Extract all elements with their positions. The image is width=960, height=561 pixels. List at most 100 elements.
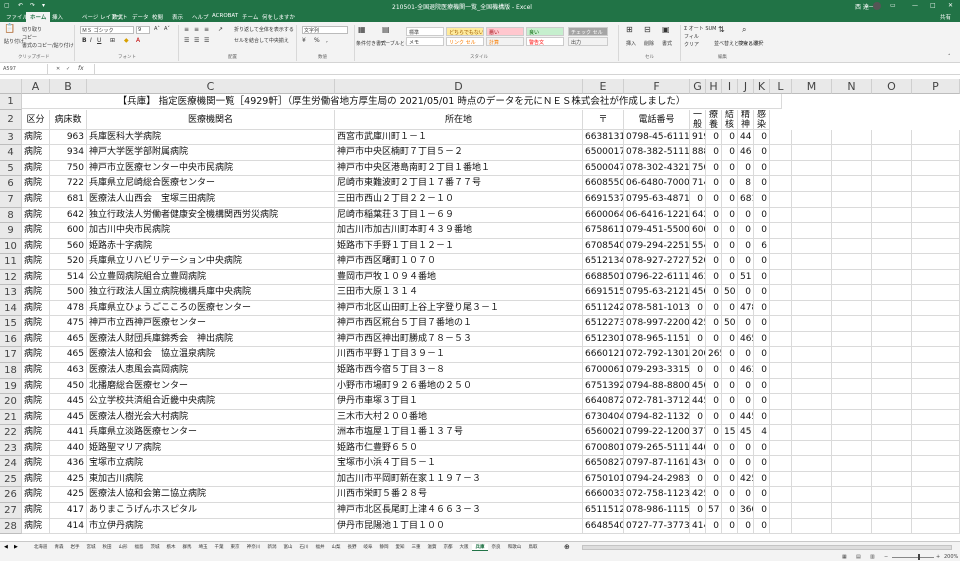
table-cell[interactable]: 病院 [22, 502, 50, 519]
empty-cell[interactable] [770, 238, 792, 255]
empty-cell[interactable] [872, 176, 912, 192]
collapse-ribbon-icon[interactable]: ˄ [948, 54, 951, 60]
table-cell[interactable]: 0 [722, 409, 738, 426]
empty-cell[interactable] [912, 176, 960, 192]
table-cell[interactable]: 0 [738, 456, 754, 472]
table-cell[interactable]: 6511242 [583, 300, 624, 317]
column-header[interactable]: K [754, 79, 770, 94]
empty-cell[interactable] [832, 207, 872, 224]
table-cell[interactable]: 57 [706, 502, 722, 519]
empty-cell[interactable] [872, 285, 912, 301]
table-cell[interactable]: 0 [754, 518, 770, 535]
name-box[interactable]: A597 [0, 64, 48, 74]
table-cell[interactable]: 0 [690, 331, 706, 348]
empty-cell[interactable] [912, 425, 960, 441]
empty-cell[interactable] [792, 160, 832, 177]
table-cell[interactable]: 0 [722, 207, 738, 224]
table-cell[interactable]: 0 [706, 160, 722, 177]
clear-button[interactable]: クリア [684, 41, 699, 48]
empty-cell[interactable] [832, 145, 872, 161]
table-cell[interactable]: 425 [690, 316, 706, 332]
table-cell[interactable]: 0794-82-1132 [624, 409, 690, 426]
next-sheet-icon[interactable]: ▶ [14, 544, 18, 550]
row-header[interactable]: 3 [0, 129, 22, 146]
table-cell[interactable]: 0 [706, 207, 722, 224]
paste-button[interactable]: 貼り付け [4, 38, 24, 45]
empty-cell[interactable] [792, 316, 832, 332]
table-cell[interactable]: 0 [754, 502, 770, 519]
table-cell[interactable]: 加古川市加古川町本町４３９番地 [335, 223, 583, 239]
table-cell[interactable]: 554 [690, 238, 706, 255]
table-cell[interactable]: 0 [754, 456, 770, 472]
table-cell[interactable]: 0 [754, 471, 770, 488]
empty-cell[interactable] [770, 409, 792, 426]
table-cell[interactable]: 44 [738, 129, 754, 146]
sheet-tab[interactable]: 奈良 [488, 544, 504, 550]
table-cell[interactable]: 06-6480-7000 [624, 176, 690, 192]
table-cell[interactable]: 6500017 [583, 145, 624, 161]
table-cell[interactable]: 病院 [22, 316, 50, 332]
tab-file[interactable]: ファイル [6, 13, 28, 21]
empty-cell[interactable] [792, 440, 832, 457]
empty-cell[interactable] [912, 269, 960, 286]
sort-filter-icon[interactable]: ⇅ [718, 25, 725, 34]
sheet-tab[interactable]: 埼玉 [195, 544, 211, 550]
table-cell[interactable]: 0 [706, 409, 722, 426]
empty-cell[interactable] [792, 502, 832, 519]
table-cell[interactable]: 0 [738, 440, 754, 457]
empty-cell[interactable] [792, 518, 832, 535]
table-cell[interactable]: 病院 [22, 487, 50, 503]
table-cell[interactable]: 0 [722, 347, 738, 363]
table-cell[interactable]: 医療法人山西会 宝塚三田病院 [87, 191, 335, 208]
empty-cell[interactable] [832, 191, 872, 208]
table-cell[interactable]: 0 [722, 471, 738, 488]
table-cell[interactable]: 0 [754, 331, 770, 348]
find-select-button[interactable]: 検索と選択 [738, 40, 763, 47]
table-cell[interactable]: 6648540 [583, 518, 624, 535]
table-cell[interactable]: 0 [754, 316, 770, 332]
copy-button[interactable]: コピー [22, 34, 37, 41]
empty-cell[interactable] [792, 471, 832, 488]
empty-cell[interactable] [770, 363, 792, 379]
empty-cell[interactable] [770, 378, 792, 395]
empty-cell[interactable] [912, 518, 960, 535]
table-cell[interactable]: 514 [50, 269, 87, 286]
table-cell[interactable]: 6600064 [583, 207, 624, 224]
table-cell[interactable]: 440 [50, 440, 87, 457]
percent-icon[interactable]: % [314, 37, 320, 44]
empty-cell[interactable] [832, 471, 872, 488]
table-cell[interactable]: 加古川市平岡町新在家１１９７－３ [335, 471, 583, 488]
empty-cell[interactable] [832, 487, 872, 503]
number-format-select[interactable]: 文字列 [302, 26, 348, 34]
tab-home[interactable]: ホーム [26, 12, 51, 22]
table-cell[interactable]: 0 [754, 487, 770, 503]
table-cell[interactable]: 465 [738, 331, 754, 348]
table-cell[interactable]: 0 [706, 425, 722, 441]
column-title-cell[interactable]: 病床数 [50, 109, 87, 130]
row-header[interactable]: 7 [0, 191, 22, 208]
table-cell[interactable]: 宝塚市小浜４丁目５－１ [335, 456, 583, 472]
table-cell[interactable]: 6751392 [583, 378, 624, 395]
sheet-tab[interactable]: 秋田 [99, 544, 115, 550]
paste-icon[interactable]: 📋 [4, 24, 15, 34]
empty-cell[interactable] [872, 223, 912, 239]
select-all-button[interactable] [0, 79, 22, 94]
align-center-icon[interactable]: ☰ [194, 37, 199, 44]
table-cell[interactable]: 0795-63-2121 [624, 285, 690, 301]
table-cell[interactable]: 0 [754, 440, 770, 457]
style-warning[interactable]: 警告文 [526, 37, 564, 46]
sheet-tab[interactable]: 愛知 [392, 544, 408, 550]
table-cell[interactable]: 0 [706, 191, 722, 208]
empty-cell[interactable] [770, 518, 792, 535]
column-header[interactable]: M [792, 79, 832, 94]
table-cell[interactable]: 072-758-1123 [624, 487, 690, 503]
empty-cell[interactable] [872, 363, 912, 379]
row-header[interactable]: 17 [0, 347, 22, 363]
table-cell[interactable]: 425 [690, 487, 706, 503]
table-cell[interactable]: 078-997-2200 [624, 316, 690, 332]
table-cell[interactable]: 425 [738, 471, 754, 488]
quick-access-icon[interactable]: ▾ [42, 2, 45, 9]
table-cell[interactable]: 445 [690, 394, 706, 410]
tab-formulas[interactable]: 数式 [112, 13, 123, 21]
table-cell[interactable]: 50 [722, 316, 738, 332]
